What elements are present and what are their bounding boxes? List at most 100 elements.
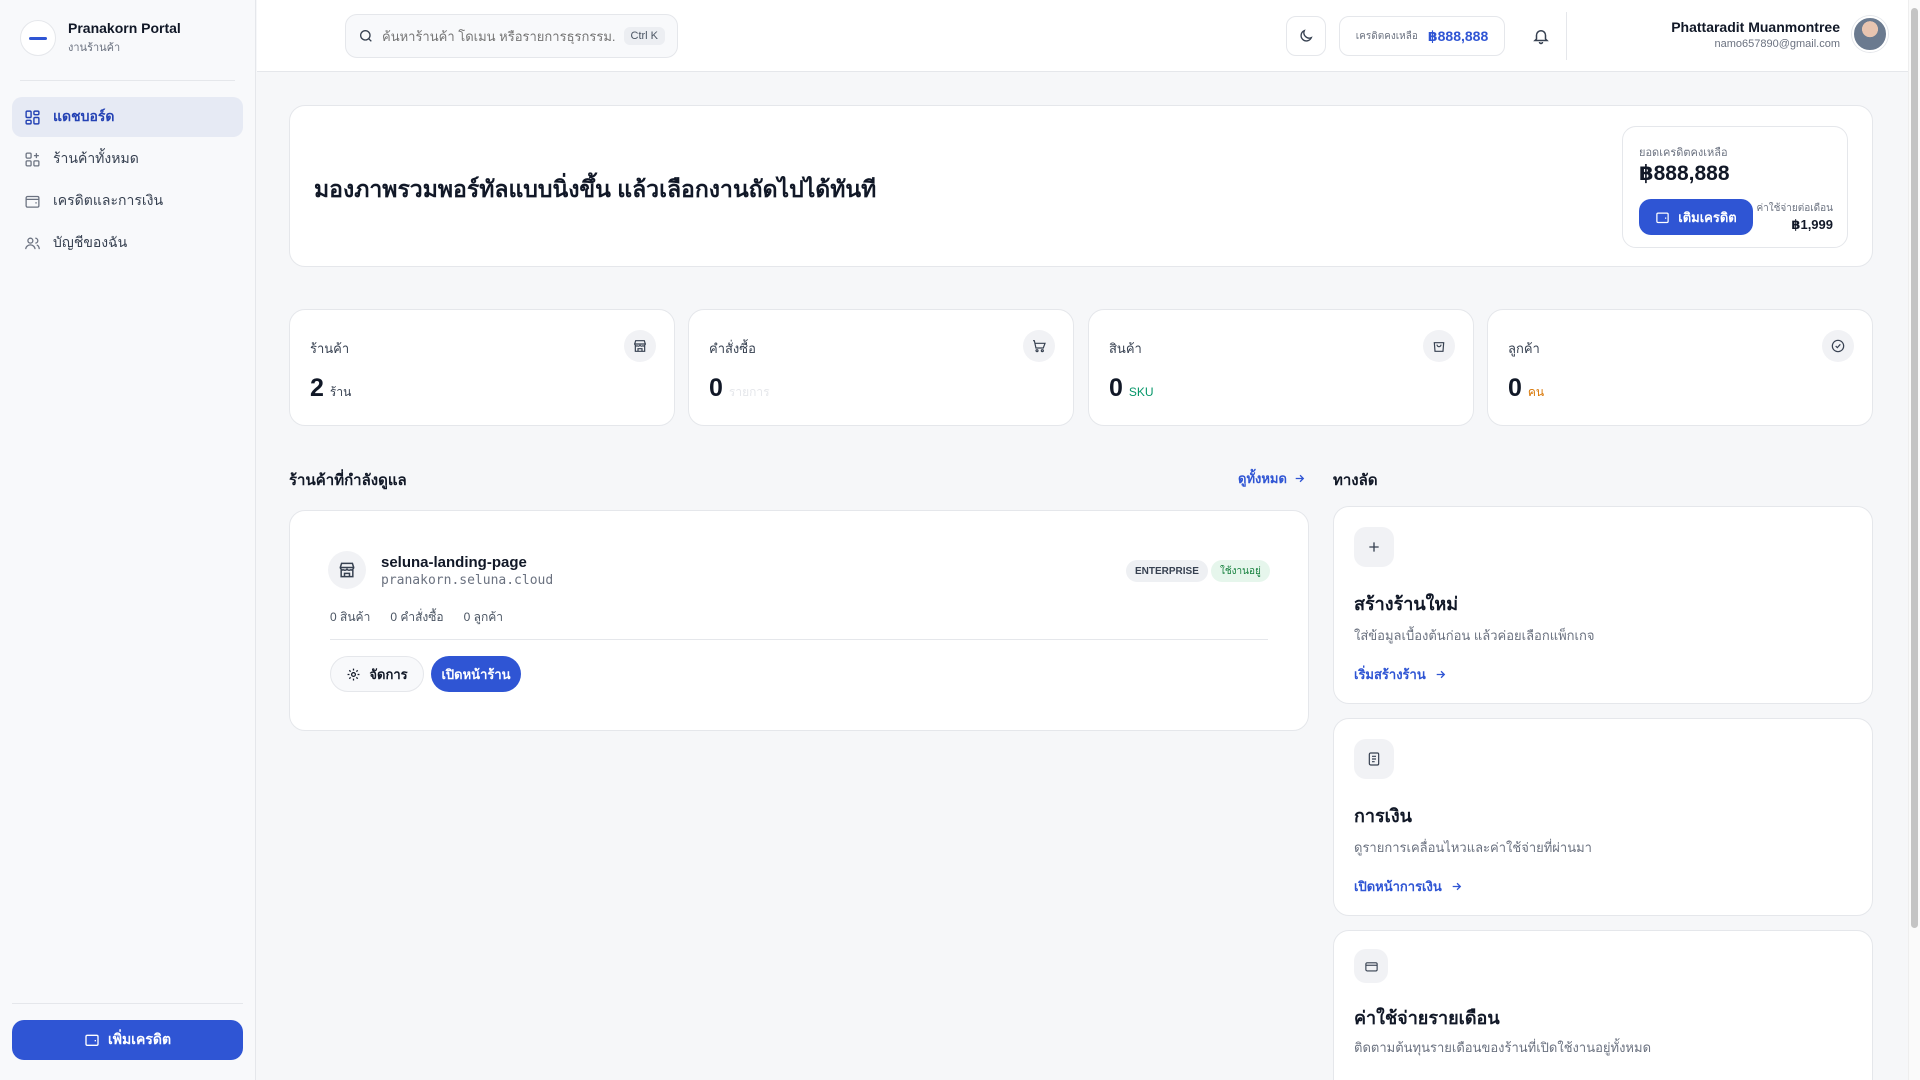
sidebar-item-label: ร้านค้าทั้งหมด — [53, 150, 139, 166]
check-circle-icon — [1822, 330, 1854, 362]
sidebar-divider — [20, 80, 235, 81]
add-credit-button[interactable]: เพิ่มเครดิต — [12, 1020, 243, 1060]
sidebar-item-credit[interactable]: เครดิตและการเงิน — [12, 181, 243, 221]
page-title: มองภาพรวมพอร์ทัลแบบนิ่งขึ้น แล้วเลือกงาน… — [314, 176, 877, 202]
plan-badge: ENTERPRISE — [1126, 560, 1208, 582]
credit-balance-label: เครดิตคงเหลือ — [1355, 30, 1418, 42]
brand-logo — [20, 20, 56, 56]
stat-value: 0 — [709, 374, 723, 402]
stat-value-row: 0 รายการ — [709, 374, 770, 403]
shortcut-card-create-store[interactable]: สร้างร้านใหม่ ใส่ข้อมูลเบื้องต้นก่อน แล้… — [1333, 506, 1873, 704]
scrollbar-thumb[interactable] — [1911, 8, 1918, 928]
arrow-right-icon — [1295, 474, 1305, 483]
search-shortcut: Ctrl K — [623, 27, 665, 45]
monthly-cost-value: ฿1,999 — [1791, 217, 1833, 232]
store-meta-orders: 0 คำสั่งซื้อ — [390, 610, 444, 624]
store-divider — [330, 639, 1268, 640]
view-all-label: ดูทั้งหมด — [1238, 471, 1287, 486]
sidebar-item-label: แดชบอร์ด — [53, 108, 115, 124]
status-badge: ใช้งานอยู่ — [1211, 560, 1270, 582]
store-meta-products: 0 สินค้า — [330, 610, 371, 624]
moon-icon — [1300, 29, 1313, 42]
shortcut-desc: ติดตามต้นทุนรายเดือนของร้านที่เปิดใช้งาน… — [1354, 1040, 1652, 1055]
manage-label: จัดการ — [369, 666, 408, 682]
stat-label: ลูกค้า — [1508, 341, 1540, 356]
stat-unit: SKU — [1128, 385, 1154, 399]
shortcut-link-label: เปิดหน้าการเงิน — [1354, 879, 1442, 894]
arrow-right-icon — [1436, 670, 1445, 679]
stat-label: คำสั่งซื้อ — [709, 341, 756, 356]
topbar: Ctrl K เครดิตคงเหลือ ฿888,888 Phattaradi… — [257, 0, 1908, 72]
stat-unit: คน — [1527, 385, 1545, 399]
store-grid-icon — [25, 151, 40, 167]
store-name[interactable]: seluna-landing-page — [381, 554, 527, 571]
sidebar-item-label: บัญชีของฉัน — [53, 234, 128, 250]
cart-icon — [1023, 330, 1055, 362]
shortcut-desc: ใส่ข้อมูลเบื้องต้นก่อน แล้วค่อยเลือกแพ็ก… — [1354, 628, 1595, 643]
topup-label: เติมเครดิต — [1678, 209, 1737, 225]
wallet-icon — [85, 1034, 99, 1046]
user-name: Phattaradit Muanmontree — [1671, 18, 1840, 35]
arrow-right-icon — [1452, 882, 1461, 891]
balance-value: ฿888,888 — [1639, 162, 1730, 185]
sidebar-bottom-divider — [12, 1003, 243, 1004]
shortcut-desc: ดูรายการเคลื่อนไหวและค่าใช้จ่ายที่ผ่านมา — [1354, 840, 1592, 855]
store-icon — [624, 330, 656, 362]
search-box[interactable]: Ctrl K — [345, 14, 678, 58]
balance-card: ยอดเครดิตคงเหลือ ฿888,888 เติมเครดิต ค่า… — [1622, 126, 1848, 248]
shortcut-link[interactable]: เริ่มสร้างร้าน — [1354, 664, 1447, 685]
stat-card-stores: ร้านค้า 2 ร้าน — [289, 309, 675, 426]
shortcut-title: สร้างร้านใหม่ — [1354, 594, 1459, 614]
wallet-icon — [25, 195, 40, 208]
store-domain: pranakorn.seluna.cloud — [381, 573, 554, 588]
brand-subtitle: งานร้านค้า — [68, 42, 121, 54]
monthly-cost-label: ค่าใช้จ่ายต่อเดือน — [1756, 203, 1833, 214]
store-icon — [328, 551, 366, 589]
add-credit-label: เพิ่มเครดิต — [107, 1031, 172, 1047]
theme-toggle-button[interactable] — [1286, 16, 1326, 56]
stat-label: ร้านค้า — [310, 341, 350, 356]
sidebar-item-label: เครดิตและการเงิน — [53, 192, 164, 208]
user-email: namo657890@gmail.com — [1714, 37, 1840, 50]
stat-card-customers: ลูกค้า 0 คน — [1487, 309, 1873, 426]
sidebar: Pranakorn Portal งานร้านค้า แดชบอร์ด ร้า… — [0, 0, 256, 1080]
stat-card-orders: คำสั่งซื้อ 0 รายการ — [688, 309, 1074, 426]
grid-icon — [25, 109, 40, 125]
brand[interactable]: Pranakorn Portal งานร้านค้า — [20, 20, 181, 56]
store-meta-customers: 0 ลูกค้า — [463, 610, 504, 624]
hero-card: มองภาพรวมพอร์ทัลแบบนิ่งขึ้น แล้วเลือกงาน… — [289, 105, 1873, 267]
store-card: seluna-landing-page pranakorn.seluna.clo… — [289, 510, 1309, 731]
sidebar-item-dashboard[interactable]: แดชบอร์ด — [12, 97, 243, 137]
notifications-button[interactable] — [1521, 16, 1561, 56]
topup-button[interactable]: เติมเครดิต — [1639, 199, 1753, 235]
users-icon — [25, 237, 40, 249]
stat-unit: รายการ — [728, 385, 770, 399]
stat-value: 0 — [1109, 374, 1123, 402]
manage-button[interactable]: จัดการ — [330, 656, 424, 692]
gear-icon — [347, 668, 360, 680]
shortcut-link[interactable]: เปิดหน้าการเงิน — [1354, 876, 1463, 897]
user-menu[interactable]: Phattaradit Muanmontree namo657890@gmail… — [1671, 16, 1888, 52]
sidebar-nav: แดชบอร์ด ร้านค้าทั้งหมด เครดิตและการเงิน… — [12, 97, 243, 265]
sidebar-item-all-stores[interactable]: ร้านค้าทั้งหมด — [12, 139, 243, 179]
open-store-button[interactable]: เปิดหน้าร้าน — [431, 656, 521, 692]
topbar-divider — [1566, 12, 1567, 60]
avatar[interactable] — [1852, 16, 1888, 52]
stat-unit: ร้าน — [329, 385, 352, 399]
stat-value-row: 0 SKU — [1109, 374, 1154, 403]
stat-label: สินค้า — [1109, 341, 1142, 356]
search-input[interactable] — [382, 28, 616, 44]
stat-value: 0 — [1508, 374, 1522, 402]
sidebar-item-account[interactable]: บัญชีของฉัน — [12, 223, 243, 263]
stores-section-title: ร้านค้าที่กำลังดูแล — [289, 472, 407, 489]
stat-value: 2 — [310, 374, 324, 402]
bag-icon — [1423, 330, 1455, 362]
shortcut-card-finance[interactable]: การเงิน ดูรายการเคลื่อนไหวและค่าใช้จ่ายท… — [1333, 718, 1873, 916]
document-icon — [1354, 739, 1394, 779]
credit-balance-pill[interactable]: เครดิตคงเหลือ ฿888,888 — [1339, 16, 1505, 56]
scrollbar[interactable] — [1908, 0, 1920, 1080]
shortcuts-title: ทางลัด — [1333, 472, 1378, 489]
view-all-link[interactable]: ดูทั้งหมด — [1238, 468, 1306, 489]
plus-icon — [1354, 527, 1394, 567]
shortcut-card-monthly-cost[interactable]: ค่าใช้จ่ายรายเดือน ติดตามต้นทุนรายเดือนข… — [1333, 930, 1873, 1080]
